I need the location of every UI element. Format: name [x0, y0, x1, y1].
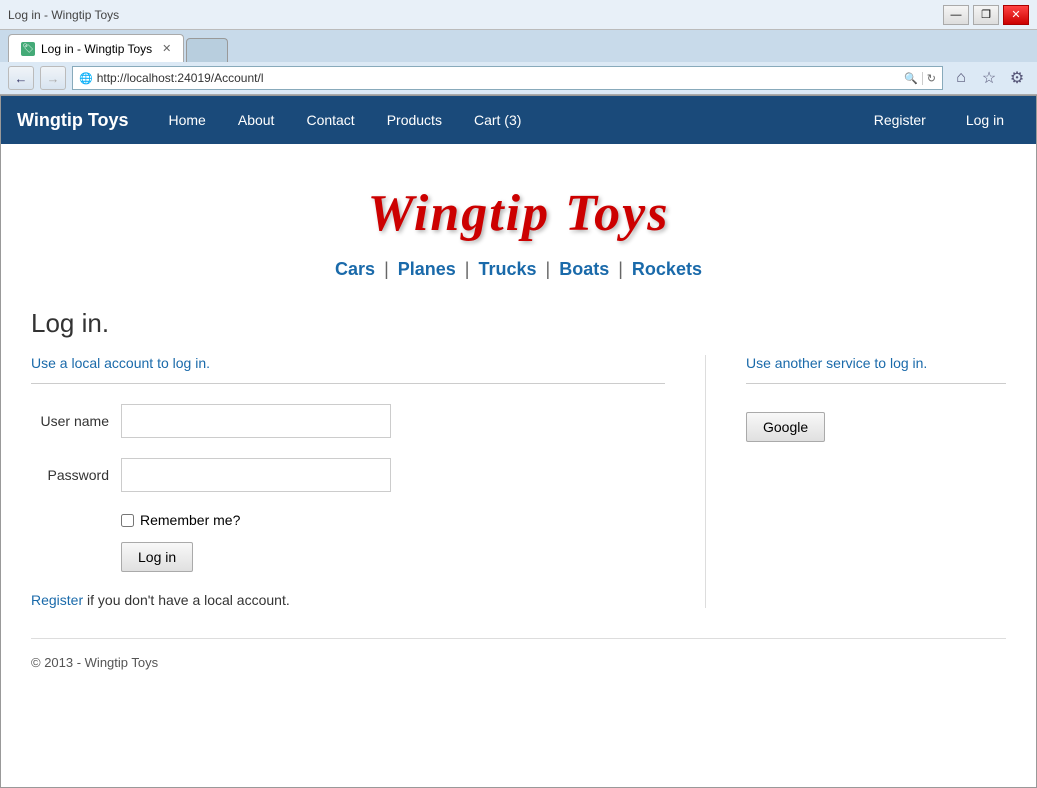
- search-icon: 🔍: [904, 72, 918, 85]
- nav-products[interactable]: Products: [371, 98, 458, 142]
- login-title: Log in.: [31, 308, 1006, 339]
- category-links: Cars | Planes | Trucks | Boats | Rockets: [31, 259, 1006, 280]
- remember-me-checkbox[interactable]: [121, 514, 134, 527]
- nav-register[interactable]: Register: [858, 98, 942, 142]
- register-link[interactable]: Register: [31, 592, 83, 608]
- minimize-button[interactable]: —: [943, 5, 969, 25]
- password-group: Password: [31, 458, 665, 492]
- settings-icon[interactable]: ⚙: [1005, 66, 1029, 90]
- close-button[interactable]: ✕: [1003, 5, 1029, 25]
- register-suffix: if you don't have a local account.: [83, 592, 290, 608]
- refresh-icon[interactable]: ↻: [922, 72, 936, 85]
- page-content: Wingtip Toys Home About Contact Products…: [0, 95, 1037, 788]
- left-divider: [31, 383, 665, 384]
- nav-contact[interactable]: Contact: [290, 98, 370, 142]
- nav-home[interactable]: Home: [153, 98, 222, 142]
- tab-icon: 🏷: [21, 42, 35, 56]
- main-content: Wingtip Toys Cars | Planes | Trucks | Bo…: [1, 144, 1036, 690]
- toolbar-icons: ⌂ ☆ ⚙: [949, 66, 1029, 90]
- window-controls: — ❐ ✕: [943, 5, 1029, 25]
- username-group: User name: [31, 404, 665, 438]
- footer: © 2013 - Wingtip Toys: [31, 638, 1006, 670]
- navbar: Wingtip Toys Home About Contact Products…: [1, 96, 1036, 144]
- cat-boats[interactable]: Boats: [559, 259, 609, 279]
- register-text: Register if you don't have a local accou…: [31, 592, 665, 608]
- address-icon: 🌐: [79, 72, 93, 85]
- nav-cart[interactable]: Cart (3): [458, 98, 537, 142]
- local-section-title: Use a local account to log in.: [31, 355, 665, 371]
- nav-login[interactable]: Log in: [950, 98, 1020, 142]
- username-input[interactable]: [121, 404, 391, 438]
- home-icon[interactable]: ⌂: [949, 66, 973, 90]
- tab-title: Log in - Wingtip Toys: [41, 42, 152, 56]
- title-bar-text: Log in - Wingtip Toys: [8, 8, 119, 22]
- cat-sep-4: |: [613, 259, 628, 279]
- footer-text: © 2013 - Wingtip Toys: [31, 655, 158, 670]
- cat-sep-1: |: [379, 259, 394, 279]
- favorites-icon[interactable]: ☆: [977, 66, 1001, 90]
- login-button[interactable]: Log in: [121, 542, 193, 572]
- cat-sep-2: |: [460, 259, 475, 279]
- google-button[interactable]: Google: [746, 412, 825, 442]
- remember-me-label: Remember me?: [140, 512, 240, 528]
- inactive-tab[interactable]: [186, 38, 228, 62]
- cat-trucks[interactable]: Trucks: [478, 259, 536, 279]
- restore-button[interactable]: ❐: [973, 5, 999, 25]
- active-tab[interactable]: 🏷 Log in - Wingtip Toys ✕: [8, 34, 184, 62]
- right-divider: [746, 383, 1006, 384]
- brand-link[interactable]: Wingtip Toys: [17, 110, 129, 131]
- address-text: http://localhost:24019/Account/l: [97, 71, 900, 85]
- username-label: User name: [31, 413, 121, 429]
- nav-about[interactable]: About: [222, 98, 291, 142]
- forward-button[interactable]: →: [40, 66, 66, 90]
- remember-row: Remember me?: [121, 512, 665, 528]
- address-bar: ← → 🌐 http://localhost:24019/Account/l 🔍…: [0, 62, 1037, 94]
- site-title: Wingtip Toys: [31, 184, 1006, 243]
- external-section-title: Use another service to log in.: [746, 355, 1006, 371]
- password-input[interactable]: [121, 458, 391, 492]
- external-login-section: Use another service to log in. Google: [706, 355, 1006, 608]
- nav-links: Home About Contact Products Cart (3): [153, 98, 538, 142]
- password-label: Password: [31, 467, 121, 483]
- cat-cars[interactable]: Cars: [335, 259, 375, 279]
- cat-sep-3: |: [541, 259, 556, 279]
- tab-close-icon[interactable]: ✕: [162, 42, 171, 55]
- cat-planes[interactable]: Planes: [398, 259, 456, 279]
- back-button[interactable]: ←: [8, 66, 34, 90]
- cat-rockets[interactable]: Rockets: [632, 259, 702, 279]
- login-container: Use a local account to log in. User name…: [31, 355, 1006, 608]
- nav-right: Register Log in: [858, 98, 1020, 142]
- local-login-section: Use a local account to log in. User name…: [31, 355, 706, 608]
- tab-bar: 🏷 Log in - Wingtip Toys ✕: [0, 30, 1037, 62]
- address-input-container[interactable]: 🌐 http://localhost:24019/Account/l 🔍 ↻: [72, 66, 943, 90]
